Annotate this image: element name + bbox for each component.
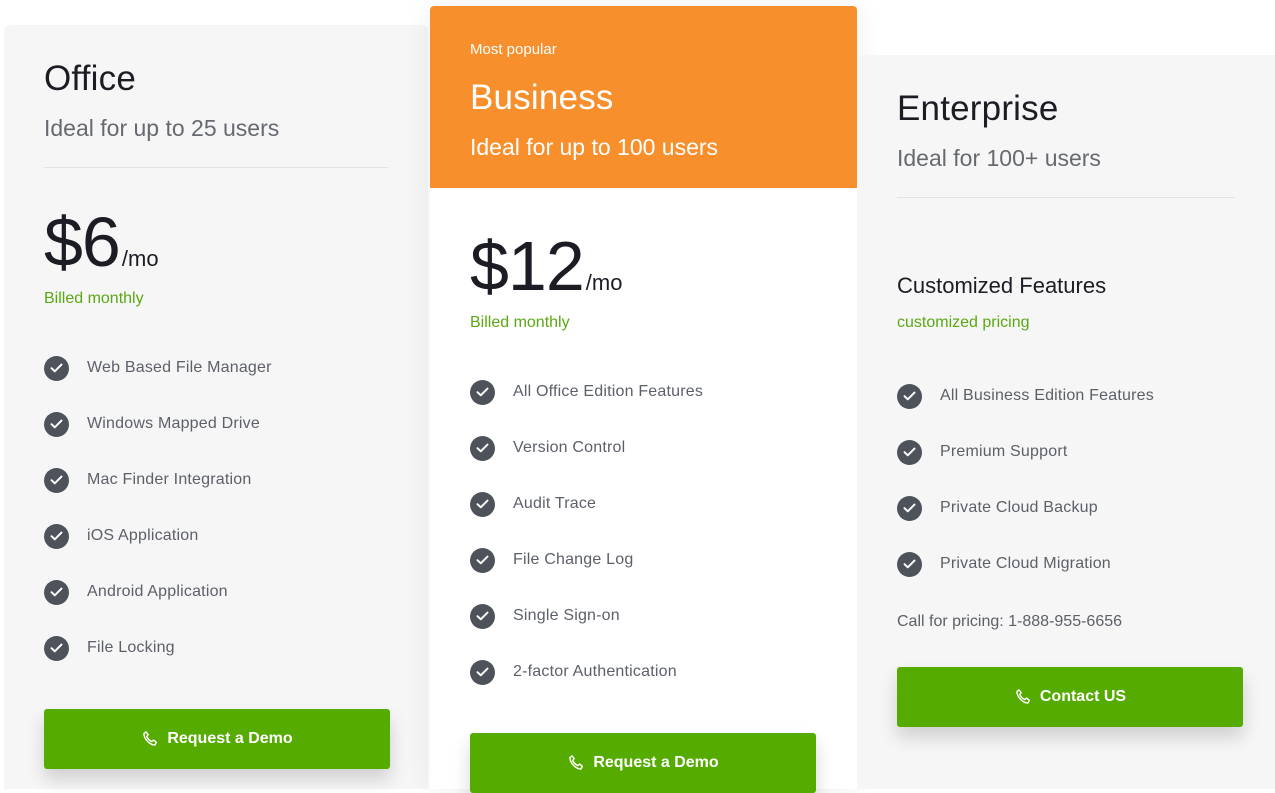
check-circle-icon bbox=[897, 439, 922, 465]
plan-name: Enterprise bbox=[897, 89, 1059, 128]
contact-us-button[interactable]: Contact US bbox=[897, 667, 1243, 727]
check-circle-icon bbox=[470, 379, 495, 405]
feature-label: Version Control bbox=[513, 439, 626, 456]
feature-label: Private Cloud Backup bbox=[940, 499, 1098, 516]
feature-label: Premium Support bbox=[940, 443, 1068, 460]
check-circle-icon bbox=[470, 603, 495, 629]
feature-item: All Office Edition Features bbox=[470, 364, 817, 420]
request-demo-button[interactable]: Request a Demo bbox=[44, 709, 390, 769]
business-plan-card: Most popular Business Ideal for up to 10… bbox=[430, 6, 857, 793]
check-circle-icon bbox=[897, 551, 922, 577]
feature-label: Android Application bbox=[87, 583, 228, 600]
request-demo-button[interactable]: Request a Demo bbox=[470, 733, 816, 793]
feature-label: Windows Mapped Drive bbox=[87, 415, 260, 432]
call-for-pricing: Call for pricing: 1-888-955-6656 bbox=[897, 613, 1123, 630]
check-circle-icon bbox=[470, 491, 495, 517]
check-circle-icon bbox=[897, 495, 922, 521]
feature-label: All Office Edition Features bbox=[513, 383, 704, 400]
divider bbox=[897, 197, 1235, 198]
plan-name: Office bbox=[44, 59, 136, 98]
price-amount: $12 bbox=[470, 227, 585, 305]
billing-note: Billed monthly bbox=[44, 290, 144, 307]
check-circle-icon bbox=[470, 659, 495, 685]
feature-label: All Business Edition Features bbox=[940, 387, 1154, 404]
check-circle-icon bbox=[44, 635, 69, 661]
price-amount: $6 bbox=[44, 203, 121, 281]
price: $12 /mo bbox=[470, 226, 817, 306]
feature-label: iOS Application bbox=[87, 527, 199, 544]
button-label: Request a Demo bbox=[593, 754, 719, 771]
feature-item: Android Application bbox=[44, 564, 388, 620]
phone-icon bbox=[141, 730, 159, 748]
billing-note: customized pricing bbox=[897, 314, 1030, 331]
price: $6 /mo bbox=[44, 202, 388, 282]
enterprise-plan-card: Enterprise Ideal for 100+ users Customiz… bbox=[857, 55, 1275, 789]
plan-subtitle: Ideal for up to 100 users bbox=[470, 134, 719, 160]
feature-item: Single Sign-on bbox=[470, 588, 817, 644]
check-circle-icon bbox=[897, 383, 922, 409]
feature-item: Audit Trace bbox=[470, 476, 817, 532]
feature-label: Audit Trace bbox=[513, 495, 597, 512]
feature-list: All Office Edition Features Version Cont… bbox=[470, 364, 817, 700]
check-circle-icon bbox=[470, 547, 495, 573]
check-circle-icon bbox=[470, 435, 495, 461]
phone-icon bbox=[567, 754, 585, 772]
feature-list: All Business Edition Features Premium Su… bbox=[897, 368, 1235, 592]
feature-item: Web Based File Manager bbox=[44, 340, 388, 396]
plan-name: Business bbox=[470, 78, 614, 117]
feature-label: 2-factor Authentication bbox=[513, 663, 677, 680]
feature-label: Private Cloud Migration bbox=[940, 555, 1111, 572]
feature-item: 2-factor Authentication bbox=[470, 644, 817, 700]
feature-item: iOS Application bbox=[44, 508, 388, 564]
feature-label: Web Based File Manager bbox=[87, 359, 272, 376]
check-circle-icon bbox=[44, 579, 69, 605]
feature-item: Private Cloud Migration bbox=[897, 536, 1235, 592]
feature-label: File Locking bbox=[87, 639, 175, 656]
button-label: Contact US bbox=[1039, 688, 1127, 705]
feature-item: Private Cloud Backup bbox=[897, 480, 1235, 536]
plan-header: Most popular Business Ideal for up to 10… bbox=[430, 6, 857, 188]
button-label: Request a Demo bbox=[167, 730, 293, 747]
check-circle-icon bbox=[44, 411, 69, 437]
check-circle-icon bbox=[44, 523, 69, 549]
most-popular-badge: Most popular bbox=[470, 41, 557, 58]
office-plan-card: Office Ideal for up to 25 users $6 /mo B… bbox=[4, 25, 428, 789]
billing-note: Billed monthly bbox=[470, 314, 570, 331]
divider bbox=[44, 167, 388, 168]
feature-item: Windows Mapped Drive bbox=[44, 396, 388, 452]
price-period: /mo bbox=[585, 270, 623, 295]
check-circle-icon bbox=[44, 467, 69, 493]
plan-body: $12 /mo Billed monthly All Office Editio… bbox=[430, 226, 857, 793]
customized-features-title: Customized Features bbox=[897, 273, 1107, 298]
feature-item: All Business Edition Features bbox=[897, 368, 1235, 424]
feature-item: Mac Finder Integration bbox=[44, 452, 388, 508]
price-period: /mo bbox=[121, 246, 159, 271]
feature-list: Web Based File Manager Windows Mapped Dr… bbox=[44, 340, 388, 676]
feature-item: File Locking bbox=[44, 620, 388, 676]
feature-label: Mac Finder Integration bbox=[87, 471, 252, 488]
check-circle-icon bbox=[44, 355, 69, 381]
feature-item: File Change Log bbox=[470, 532, 817, 588]
phone-icon bbox=[1014, 688, 1032, 706]
feature-item: Version Control bbox=[470, 420, 817, 476]
feature-item: Premium Support bbox=[897, 424, 1235, 480]
plan-subtitle: Ideal for up to 25 users bbox=[44, 115, 280, 141]
feature-label: File Change Log bbox=[513, 551, 634, 568]
feature-label: Single Sign-on bbox=[513, 607, 620, 624]
plan-subtitle: Ideal for 100+ users bbox=[897, 145, 1101, 171]
